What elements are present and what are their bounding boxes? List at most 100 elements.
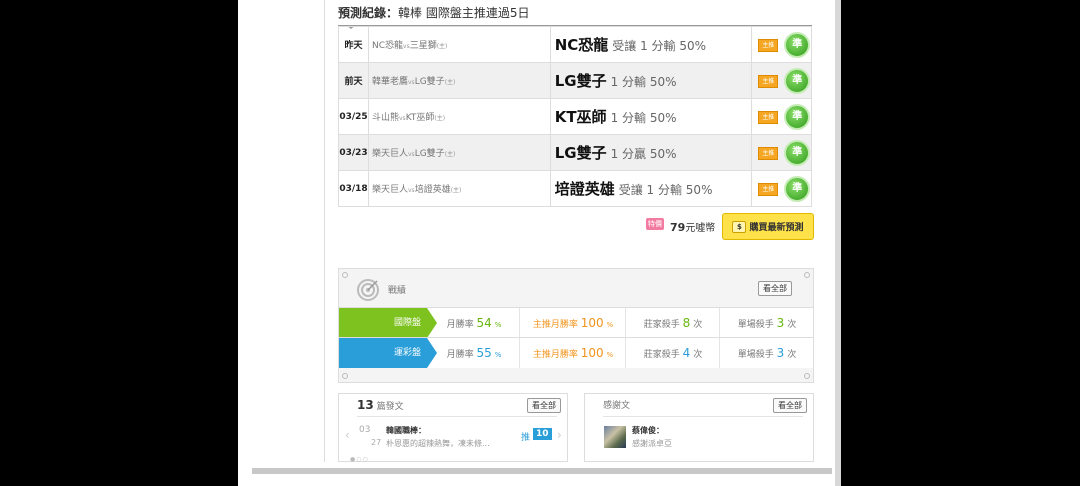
host-marker: (主) xyxy=(444,151,456,158)
accurate-badge-icon: 準 xyxy=(784,140,811,166)
home-team: 斗山熊 xyxy=(371,113,399,123)
record-row-name: 國際盤 xyxy=(339,308,437,338)
picked-team: LG雙子 xyxy=(554,72,607,90)
home-team: 樂天巨人 xyxy=(371,185,408,195)
record-view-all-button[interactable]: 看全部 xyxy=(758,281,792,296)
vs-label: vs xyxy=(399,115,406,122)
corner-dot xyxy=(342,373,348,379)
post-excerpt[interactable]: 朴恩惠的超辣熱舞，凍未條... xyxy=(386,438,490,449)
match-teams[interactable]: 斗山熊vsKT巫師(主) xyxy=(367,98,551,135)
home-team: 韓華老鷹 xyxy=(371,77,408,87)
prediction-header: 預測紀錄：韓棒 國際盤主推連過5日 xyxy=(338,4,529,21)
main-pick-tag-icon: 主推 xyxy=(758,183,779,196)
host-marker: (主) xyxy=(444,79,456,86)
home-team: 樂天巨人 xyxy=(371,149,408,159)
prediction-result: 主推準 xyxy=(751,62,812,99)
accurate-badge-icon: 準 xyxy=(784,104,811,130)
page: 預測紀錄：韓棒 國際盤主推連過5日 昨天 NC恐龍vs三星獅(主) NC恐龍 受讓 1… xyxy=(238,0,841,486)
coin-icon: $ xyxy=(732,220,747,233)
match-teams[interactable]: 樂天巨人vs培證英雄(主) xyxy=(367,170,551,207)
recommend-count: 10 xyxy=(533,428,552,440)
prediction-row: 前天 韓華老鷹vsLG雙子(主) LG雙子 1 分輸 50% 主推準 xyxy=(338,62,812,99)
banker-killer: 莊家殺手 8 次 xyxy=(625,308,720,338)
prediction-pick: 培證英雄 受讓 1 分輸 50% xyxy=(549,170,753,207)
prediction-row: 03/23 樂天巨人vsLG雙子(主) LG雙子 1 分贏 50% 主推準 xyxy=(338,134,812,171)
sale-badge: 特價 xyxy=(646,218,664,230)
home-team: NC恐龍 xyxy=(371,41,404,51)
vertical-scrollbar[interactable] xyxy=(835,0,841,486)
record-row-sport: 運彩盤 月勝率 55 % 主推月勝率 100 % 莊家殺手 4 次 單場殺手 3… xyxy=(339,337,813,368)
carousel-dots: ●○○ xyxy=(350,456,369,463)
prediction-row: 昨天 NC恐龍vs三星獅(主) NC恐龍 受讓 1 分輸 50% 主推準 xyxy=(338,26,812,63)
thanks-box: 感謝文 看全部 蔡偉俊： 感謝派卓亞 xyxy=(584,393,814,462)
prediction-row: 03/25 斗山熊vsKT巫師(主) KT巫師 1 分輸 50% 主推準 xyxy=(338,98,812,135)
main-pick-tag-icon: 主推 xyxy=(758,111,779,124)
picked-team: LG雙子 xyxy=(554,144,607,162)
away-team: LG雙子 xyxy=(414,149,445,159)
vs-label: vs xyxy=(408,187,415,194)
horizontal-scrollbar[interactable] xyxy=(252,468,832,474)
accurate-badge-icon: 準 xyxy=(784,32,811,58)
prediction-result: 主推準 xyxy=(751,134,812,171)
away-team: KT巫師 xyxy=(405,113,435,123)
prediction-result: 主推準 xyxy=(751,98,812,135)
single-killer: 單場殺手 3 次 xyxy=(719,308,814,338)
vs-label: vs xyxy=(408,79,415,86)
prediction-result: 主推準 xyxy=(751,26,812,63)
vs-label: vs xyxy=(408,151,415,158)
accurate-badge-icon: 準 xyxy=(784,176,811,202)
divider xyxy=(357,416,557,417)
avatar[interactable] xyxy=(604,426,626,448)
handicap-line: 受讓 1 分輸 50% xyxy=(618,183,713,197)
prediction-result: 主推準 xyxy=(751,170,812,207)
main-pick-tag-icon: 主推 xyxy=(758,75,779,88)
host-marker: (主) xyxy=(450,187,462,194)
vs-label: vs xyxy=(403,43,410,50)
banker-killer: 莊家殺手 4 次 xyxy=(625,338,720,368)
price: 79元噓幣 xyxy=(670,219,715,234)
host-marker: (主) xyxy=(436,43,448,50)
prediction-row: 03/18 樂天巨人vs培證英雄(主) 培證英雄 受讓 1 分輸 50% 主推準 xyxy=(338,170,812,207)
post-title[interactable]: 韓國職棒： xyxy=(386,425,426,436)
price-amount: 79 xyxy=(670,221,686,234)
main-month-winrate: 主推月勝率 100 % xyxy=(519,308,626,338)
corner-dot xyxy=(804,272,810,278)
handicap-line: 1 分贏 50% xyxy=(610,147,677,161)
prediction-header-label: 預測紀錄： xyxy=(338,6,399,20)
prediction-date: 03/25 xyxy=(338,98,369,135)
single-killer: 單場殺手 3 次 xyxy=(719,338,814,368)
thanks-author[interactable]: 蔡偉俊： xyxy=(632,425,664,436)
handicap-line: 1 分輸 50% xyxy=(610,75,677,89)
record-row-intl: 國際盤 月勝率 54 % 主推月勝率 100 % 莊家殺手 8 次 單場殺手 3… xyxy=(339,307,813,338)
host-marker: (主) xyxy=(434,115,446,122)
thanks-label: 感謝文 xyxy=(603,401,631,411)
divider xyxy=(603,416,803,417)
post-day: 27 xyxy=(371,438,382,447)
match-teams[interactable]: 韓華老鷹vsLG雙子(主) xyxy=(367,62,551,99)
handicap-line: 1 分輸 50% xyxy=(610,111,677,125)
match-teams[interactable]: 樂天巨人vsLG雙子(主) xyxy=(367,134,551,171)
picked-team: KT巫師 xyxy=(554,108,607,126)
price-unit: 元噓幣 xyxy=(685,223,716,234)
month-winrate: 月勝率 54 % xyxy=(446,316,502,330)
chevron-left-icon[interactable]: ‹ xyxy=(345,428,350,442)
main-month-winrate: 主推月勝率 100 % xyxy=(519,338,626,368)
prediction-table: 昨天 NC恐龍vs三星獅(主) NC恐龍 受讓 1 分輸 50% 主推準前天 韓華老鷹vs… xyxy=(338,26,812,207)
recommend-label: 推 xyxy=(521,433,531,443)
posts-view-all-button[interactable]: 看全部 xyxy=(527,398,561,413)
accurate-badge-icon: 準 xyxy=(784,68,811,94)
thanks-text[interactable]: 感謝派卓亞 xyxy=(632,438,672,449)
chevron-right-icon[interactable]: › xyxy=(557,428,562,442)
match-teams[interactable]: NC恐龍vs三星獅(主) xyxy=(367,26,551,63)
posts-header: 13 篇發文 xyxy=(357,398,404,412)
record-label: 戰績 xyxy=(388,286,407,296)
post-month: 03 xyxy=(359,425,371,435)
posts-count: 13 xyxy=(357,398,374,412)
prediction-date: 03/18 xyxy=(338,170,369,207)
corner-dot xyxy=(342,272,348,278)
prediction-header-text: 韓棒 國際盤主推連過5日 xyxy=(398,6,530,20)
buy-prediction-button[interactable]: $ 購買最新預測 xyxy=(722,213,814,240)
thanks-view-all-button[interactable]: 看全部 xyxy=(773,398,807,413)
handicap-line: 受讓 1 分輸 50% xyxy=(612,39,707,53)
month-winrate: 月勝率 55 % xyxy=(446,346,502,360)
